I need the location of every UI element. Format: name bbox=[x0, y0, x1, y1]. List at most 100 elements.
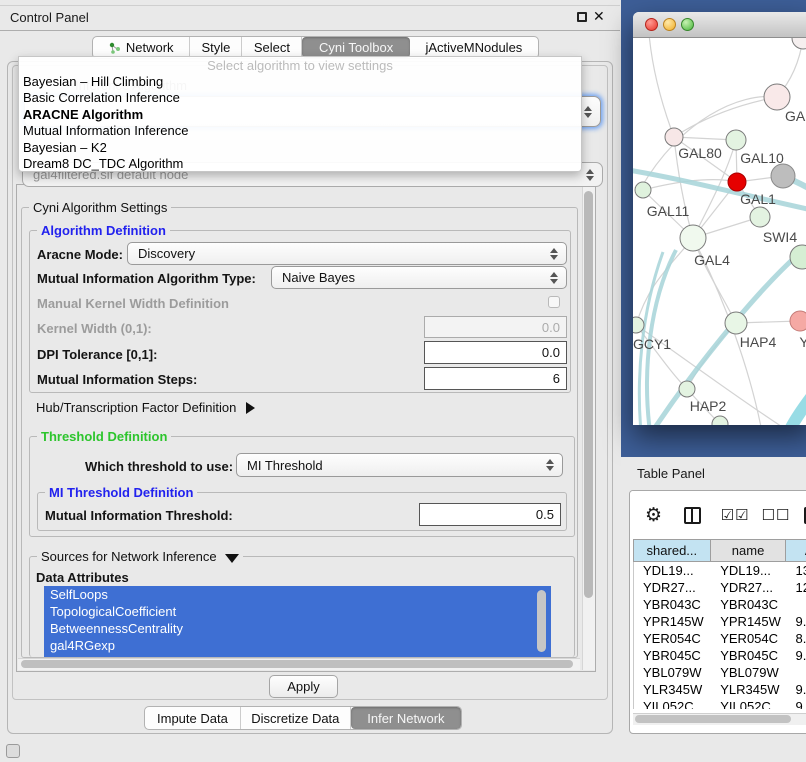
table-row[interactable]: YLR345WYLR345W9. bbox=[634, 681, 806, 698]
apply-button[interactable]: Apply bbox=[269, 675, 338, 698]
table-hscrollbar-thumb[interactable] bbox=[635, 715, 791, 723]
kernel-width-field[interactable]: 0.0 bbox=[424, 316, 567, 338]
network-node[interactable] bbox=[728, 173, 746, 191]
expand-right-icon[interactable] bbox=[246, 402, 255, 414]
mi-threshold-label: Mutual Information Threshold: bbox=[45, 508, 233, 523]
columns-icon[interactable] bbox=[684, 507, 701, 524]
column-header[interactable]: name bbox=[711, 539, 787, 562]
network-node[interactable] bbox=[725, 312, 747, 334]
dropdown-item[interactable]: Basic Correlation Inference bbox=[19, 90, 581, 106]
collapse-down-icon[interactable] bbox=[225, 554, 239, 563]
network-node[interactable] bbox=[764, 84, 790, 110]
mi-threshold-field[interactable]: 0.5 bbox=[419, 503, 561, 526]
network-graph[interactable]: GALGAL80GAL10GAL1GAL11SWI4GAL4GCY1HAP4YH… bbox=[633, 38, 806, 425]
tab-network[interactable]: Network bbox=[93, 37, 190, 58]
network-node[interactable] bbox=[790, 245, 806, 269]
table-row[interactable]: YBR045CYBR045C9. bbox=[634, 647, 806, 664]
node-label: HAP2 bbox=[690, 398, 727, 414]
mi-type-combo[interactable]: Naive Bayes bbox=[271, 266, 567, 289]
sources-title[interactable]: Sources for Network Inference bbox=[37, 549, 243, 564]
dropdown-item[interactable]: ARACNE Algorithm bbox=[19, 107, 581, 123]
horizontal-scrollbar-thumb[interactable] bbox=[21, 660, 573, 668]
network-node[interactable] bbox=[665, 128, 683, 146]
network-canvas[interactable]: GALGAL80GAL10GAL1GAL11SWI4GAL4GCY1HAP4YH… bbox=[633, 38, 806, 425]
zoom-traffic-light-icon[interactable] bbox=[681, 18, 694, 31]
table-cell: YER054C bbox=[634, 630, 711, 647]
close-icon[interactable]: ✕ bbox=[593, 8, 605, 25]
dropdown-item[interactable]: Bayesian – K2 bbox=[19, 140, 581, 156]
select-all-checkboxes-icon[interactable]: ☑☑ bbox=[721, 506, 750, 524]
dropdown-item[interactable]: Mutual Information Inference bbox=[19, 123, 581, 139]
network-node[interactable] bbox=[680, 225, 706, 251]
list-item[interactable]: BetweennessCentrality bbox=[44, 620, 551, 637]
table-cell: YLR345W bbox=[634, 681, 711, 698]
algorithm-definition-title: Algorithm Definition bbox=[37, 223, 170, 238]
tab-jactivemnodules[interactable]: jActiveMNodules bbox=[410, 37, 538, 58]
table-cell bbox=[787, 596, 806, 613]
list-item-partial[interactable] bbox=[44, 654, 551, 657]
network-node[interactable] bbox=[726, 130, 746, 150]
network-window[interactable]: GALGAL80GAL10GAL1GAL11SWI4GAL4GCY1HAP4YH… bbox=[633, 12, 806, 425]
network-node[interactable] bbox=[633, 317, 644, 333]
tab-cyni-toolbox[interactable]: Cyni Toolbox bbox=[302, 37, 409, 58]
node-label: GAL10 bbox=[740, 150, 784, 166]
list-item[interactable]: SelfLoops bbox=[44, 586, 551, 603]
list-item[interactable]: gal4RGexp bbox=[44, 637, 551, 654]
network-node[interactable] bbox=[750, 207, 770, 227]
tab-infer-network[interactable]: Infer Network bbox=[351, 707, 461, 729]
table-row[interactable]: YDL19...YDL19...13 bbox=[634, 562, 806, 579]
mi-steps-label: Mutual Information Steps: bbox=[37, 372, 197, 387]
aracne-mode-combo[interactable]: Discovery bbox=[127, 242, 567, 265]
node-label: GAL11 bbox=[647, 203, 690, 219]
network-node[interactable] bbox=[790, 311, 806, 331]
tab-impute-data[interactable]: Impute Data bbox=[145, 707, 241, 729]
node-label: GCY1 bbox=[633, 336, 671, 352]
table-row[interactable]: YBL079WYBL079W bbox=[634, 664, 806, 681]
table-row[interactable]: YDR27...YDR27...12 bbox=[634, 579, 806, 596]
table-cell: YLR345W bbox=[711, 681, 786, 698]
gear-icon[interactable]: ⚙ bbox=[645, 504, 662, 527]
data-attributes-list[interactable]: SelfLoopsTopologicalCoefficientBetweenne… bbox=[44, 586, 551, 657]
dpi-tolerance-field[interactable]: 0.0 bbox=[424, 341, 567, 364]
float-window-icon[interactable] bbox=[577, 12, 587, 22]
hub-definition-toggle[interactable]: Hub/Transcription Factor Definition bbox=[36, 400, 255, 415]
table-panel-title: Table Panel bbox=[637, 466, 705, 481]
deselect-all-checkboxes-icon[interactable]: ☐☐ bbox=[761, 506, 790, 524]
mi-steps-field[interactable]: 6 bbox=[424, 367, 567, 390]
which-threshold-value: MI Threshold bbox=[247, 458, 323, 473]
mi-threshold-group-title: MI Threshold Definition bbox=[45, 485, 197, 500]
mi-type-value: Naive Bayes bbox=[282, 270, 355, 285]
node-label: SWI4 bbox=[763, 229, 797, 245]
network-node[interactable] bbox=[771, 164, 795, 188]
network-node[interactable] bbox=[712, 416, 728, 425]
column-header[interactable]: shared... bbox=[633, 539, 711, 562]
network-node[interactable] bbox=[635, 182, 651, 198]
minimized-panel-icon[interactable] bbox=[6, 744, 20, 758]
dropdown-item[interactable]: Dream8 DC_TDC Algorithm bbox=[19, 156, 581, 172]
vertical-scrollbar-thumb[interactable] bbox=[584, 191, 593, 598]
table-row[interactable]: YER054CYER054C8. bbox=[634, 630, 806, 647]
which-threshold-combo[interactable]: MI Threshold bbox=[236, 453, 563, 477]
table-cell: YBR043C bbox=[711, 596, 786, 613]
column-header[interactable]: A bbox=[786, 539, 806, 562]
table-cell: YPR145W bbox=[634, 613, 711, 630]
minimize-traffic-light-icon[interactable] bbox=[663, 18, 676, 31]
tab-style[interactable]: Style bbox=[190, 37, 242, 58]
network-window-titlebar[interactable] bbox=[633, 12, 806, 38]
list-item[interactable]: TopologicalCoefficient bbox=[44, 603, 551, 620]
table-row[interactable]: YIL052CYIL052C9 bbox=[634, 698, 806, 709]
tab-select[interactable]: Select bbox=[242, 37, 302, 58]
table-cell: YDL19... bbox=[634, 562, 711, 579]
network-node[interactable] bbox=[679, 381, 695, 397]
table-cell: YDR27... bbox=[711, 579, 786, 596]
close-traffic-light-icon[interactable] bbox=[645, 18, 658, 31]
table-row[interactable]: YBR043CYBR043C bbox=[634, 596, 806, 613]
manual-kernel-checkbox[interactable] bbox=[548, 296, 560, 308]
network-node[interactable] bbox=[792, 38, 806, 49]
aracne-mode-label: Aracne Mode: bbox=[37, 247, 123, 262]
list-scrollbar-thumb[interactable] bbox=[537, 590, 546, 652]
table-row[interactable]: YPR145WYPR145W9. bbox=[634, 613, 806, 630]
tab-discretize-data[interactable]: Discretize Data bbox=[241, 707, 351, 729]
control-panel-titlebar bbox=[0, 5, 620, 31]
dropdown-item[interactable]: Bayesian – Hill Climbing bbox=[19, 74, 581, 90]
